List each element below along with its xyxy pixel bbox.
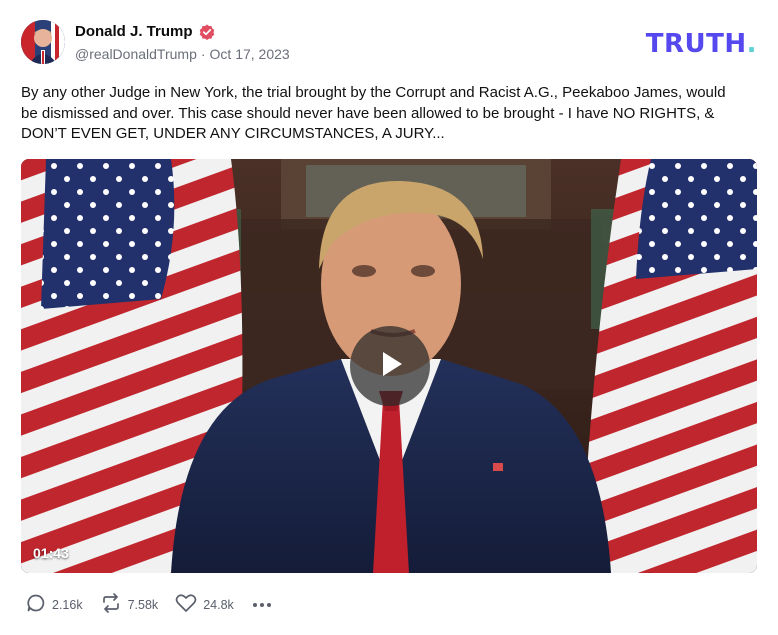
retruth-count: 7.58k: [127, 598, 159, 612]
reply-icon: [26, 593, 46, 618]
retruth-button[interactable]: 7.58k: [100, 592, 159, 618]
dot: [266, 603, 271, 607]
avatar[interactable]: [21, 20, 65, 64]
like-button[interactable]: 24.8k: [175, 593, 234, 618]
reply-count: 2.16k: [52, 598, 83, 612]
post-header: Donald J. Trump @realDonaldTrump · Oct 1…: [21, 20, 757, 66]
post-text: By any other Judge in New York, the tria…: [21, 84, 726, 142]
reply-button[interactable]: 2.16k: [26, 593, 83, 618]
dot: [252, 603, 257, 607]
brand-dot: .: [746, 29, 757, 59]
post-date[interactable]: Oct 17, 2023: [210, 46, 290, 62]
verified-badge-icon: [199, 24, 215, 40]
more-dots-icon[interactable]: [251, 599, 273, 611]
video-player[interactable]: 01:43: [21, 159, 757, 573]
video-duration: 01:43: [33, 545, 69, 561]
truth-logo[interactable]: TRUTH.: [646, 29, 757, 59]
dot: [259, 603, 264, 607]
play-button[interactable]: [350, 326, 430, 406]
author-handle[interactable]: @realDonaldTrump: [75, 46, 197, 62]
play-icon: [373, 347, 407, 386]
post-actions: 2.16k 7.58k 24.8k: [26, 592, 273, 618]
meta-separator: ·: [200, 46, 206, 62]
like-count: 24.8k: [203, 598, 234, 612]
repost-icon: [100, 592, 122, 618]
author-meta: @realDonaldTrump · Oct 17, 2023: [75, 46, 290, 62]
author-name[interactable]: Donald J. Trump: [75, 23, 193, 40]
heart-icon: [175, 593, 197, 618]
brand-text: TRUTH: [645, 29, 747, 59]
